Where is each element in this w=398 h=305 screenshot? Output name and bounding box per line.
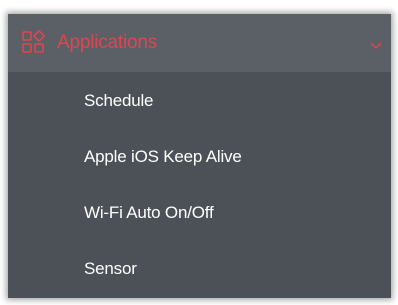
menu-group-label: Applications [57,32,158,53]
submenu-item-label: Sensor [84,259,137,278]
chevron-down-icon[interactable] [370,42,382,50]
submenu-item-sensor[interactable]: Sensor [8,240,391,296]
sidebar-menu: Applications Schedule Apple iOS Keep Ali… [8,14,391,298]
screenshot-frame: Applications Schedule Apple iOS Keep Ali… [0,0,398,305]
apps-grid-icon [22,30,45,53]
submenu-item-apple-ios-keep-alive[interactable]: Apple iOS Keep Alive [8,128,391,184]
submenu-item-label: Wi-Fi Auto On/Off [84,203,214,222]
submenu-item-label: Apple iOS Keep Alive [84,147,242,166]
menu-group-applications[interactable]: Applications [8,14,391,72]
submenu-item-wifi-auto-on-off[interactable]: Wi-Fi Auto On/Off [8,184,391,240]
submenu-item-label: Schedule [84,91,154,110]
submenu-item-schedule[interactable]: Schedule [8,72,391,128]
